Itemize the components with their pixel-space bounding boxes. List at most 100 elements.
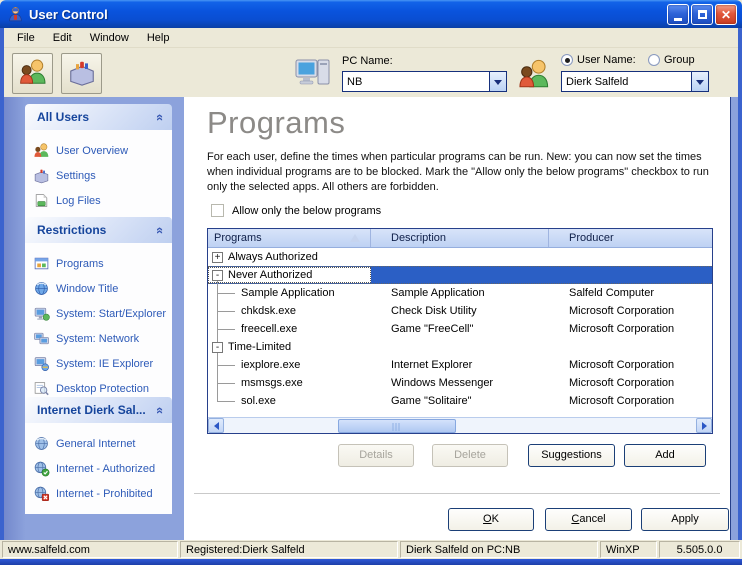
users-toolbar-button[interactable] [12,53,53,94]
delete-button[interactable]: Delete [432,444,508,467]
sidebar-group-title: All Users [37,110,89,124]
collapse-chevron-icon[interactable]: « [153,226,168,233]
sidebar-item-general-internet[interactable]: General Internet [25,431,172,456]
table-row-time-limited[interactable]: -Time-Limited [208,338,712,356]
column-header-programs[interactable]: Programs [208,229,371,247]
pc-name-label: PC Name: [342,55,393,67]
log-files-icon [33,192,50,209]
table-row-chkdsk[interactable]: chkdsk.exe Check Disk Utility Microsoft … [208,302,712,320]
toolbox-icon [67,57,97,90]
suggestions-button[interactable]: Suggestions [528,444,615,467]
collapse-chevron-icon[interactable]: « [153,113,168,120]
window-title-icon [33,280,50,297]
table-row-always-authorized[interactable]: +Always Authorized [208,248,712,266]
pc-name-combobox[interactable]: NB [342,71,507,92]
status-os: WinXP [600,541,657,558]
user-control-window: User Control ✕ File Edit Window Help [0,0,742,565]
computer-icon [294,54,334,97]
desktop-protection-icon [33,380,50,397]
expand-icon[interactable]: + [212,252,223,263]
sidebar-item-label: Internet - Authorized [56,463,155,475]
sidebar-item-settings[interactable]: Settings [25,163,172,188]
allow-only-checkbox[interactable] [211,204,224,217]
table-row-freecell[interactable]: freecell.exe Game "FreeCell" Microsoft C… [208,320,712,338]
details-button[interactable]: Details [338,444,414,467]
table-row-never-authorized[interactable]: -Never Authorized [208,266,712,284]
settings-toolbar-button[interactable] [61,53,102,94]
sort-ascending-icon [350,234,360,242]
user-name-radio-label: User Name: [577,54,636,66]
sidebar-item-log-files[interactable]: Log Files [25,188,172,213]
status-registered: Registered:Dierk Salfeld [180,541,398,558]
sidebar-item-programs[interactable]: Programs [25,251,172,276]
status-bar: www.salfeld.com Registered:Dierk Salfeld… [0,540,742,559]
minimize-button[interactable] [667,4,689,25]
scrollbar-thumb[interactable] [338,419,456,433]
sidebar-item-label: Log Files [56,195,101,207]
sidebar-item-label: Programs [56,258,104,270]
menu-window[interactable]: Window [81,30,138,46]
main-panel: Programs For each user, define the times… [184,97,731,540]
table-header-row: Programs Description Producer [208,229,712,248]
apply-button[interactable]: Apply [641,508,729,531]
sidebar: All Users « User Overview Settings Log F… [4,97,184,540]
add-button[interactable]: Add [624,444,706,467]
cancel-button[interactable]: Cancel [545,508,632,531]
app-body: All Users « User Overview Settings Log F… [4,97,738,540]
table-body: +Always Authorized -Never Authorized Sam… [208,248,712,410]
footer-button-row: OK Cancel Apply [184,508,730,532]
pc-combo-arrow-icon[interactable] [489,72,506,91]
sidebar-group-restrictions-header[interactable]: Restrictions « [25,217,172,243]
sidebar-item-internet-prohibited[interactable]: Internet - Prohibited [25,481,172,506]
page-title: Programs [207,105,345,141]
menu-bar: File Edit Window Help [4,28,738,48]
sidebar-item-window-title[interactable]: Window Title [25,276,172,301]
user-name-value: Dierk Salfeld [562,76,691,88]
sidebar-item-user-overview[interactable]: User Overview [25,138,172,163]
user-name-radio[interactable]: User Name: [561,54,636,66]
toolbar: PC Name: NB User Name: Group Dierk Salfe… [4,48,738,97]
user-combo-arrow-icon[interactable] [691,72,708,91]
allow-only-checkbox-label: Allow only the below programs [232,205,381,217]
ok-button[interactable]: OK [448,508,534,531]
tree-line [217,280,218,401]
horizontal-scrollbar[interactable] [208,417,712,433]
status-version: 5.505.0.0 [659,541,740,558]
user-name-combobox[interactable]: Dierk Salfeld [561,71,709,92]
sidebar-item-label: Window Title [56,283,118,295]
collapse-icon[interactable]: - [212,270,223,281]
table-row-iexplore[interactable]: iexplore.exe Internet Explorer Microsoft… [208,356,712,374]
group-radio[interactable]: Group [648,54,695,66]
status-current-user: Dierk Salfeld on PC:NB [400,541,598,558]
title-bar: User Control ✕ [0,0,742,28]
scroll-left-arrow[interactable] [208,418,224,433]
sidebar-item-system-network[interactable]: System: Network [25,326,172,351]
column-header-producer[interactable]: Producer [549,229,712,247]
sidebar-item-system-start-explorer[interactable]: System: Start/Explorer [25,301,172,326]
table-row-sample-application[interactable]: Sample Application Sample Application Sa… [208,284,712,302]
sidebar-group-title: Restrictions [37,223,106,237]
sidebar-group-restrictions: Restrictions « Programs Window Title Sys… [25,217,172,409]
column-header-description[interactable]: Description [371,229,549,247]
collapse-chevron-icon[interactable]: « [153,406,168,413]
menu-edit[interactable]: Edit [44,30,81,46]
internet-authorized-icon [33,460,50,477]
sidebar-item-system-ie-explorer[interactable]: System: IE Explorer [25,351,172,376]
table-row-msmsgs[interactable]: msmsgs.exe Windows Messenger Microsoft C… [208,374,712,392]
page-description: For each user, define the times when par… [207,150,723,195]
sidebar-item-label: System: Start/Explorer [56,308,166,320]
group-radio-label: Group [664,54,695,66]
system-start-explorer-icon [33,305,50,322]
sidebar-group-all-users-header[interactable]: All Users « [25,104,172,130]
programs-table: Programs Description Producer +Always Au… [207,228,713,434]
maximize-button[interactable] [691,4,713,25]
table-row-sol[interactable]: sol.exe Game "Solitaire" Microsoft Corpo… [208,392,712,410]
close-button[interactable]: ✕ [715,4,737,25]
sidebar-item-internet-authorized[interactable]: Internet - Authorized [25,456,172,481]
menu-help[interactable]: Help [138,30,179,46]
sidebar-group-internet-header[interactable]: Internet Dierk Sal... « [25,397,172,423]
scroll-right-arrow[interactable] [696,418,712,433]
menu-file[interactable]: File [8,30,44,46]
sidebar-item-label: General Internet [56,438,136,450]
collapse-icon[interactable]: - [212,342,223,353]
